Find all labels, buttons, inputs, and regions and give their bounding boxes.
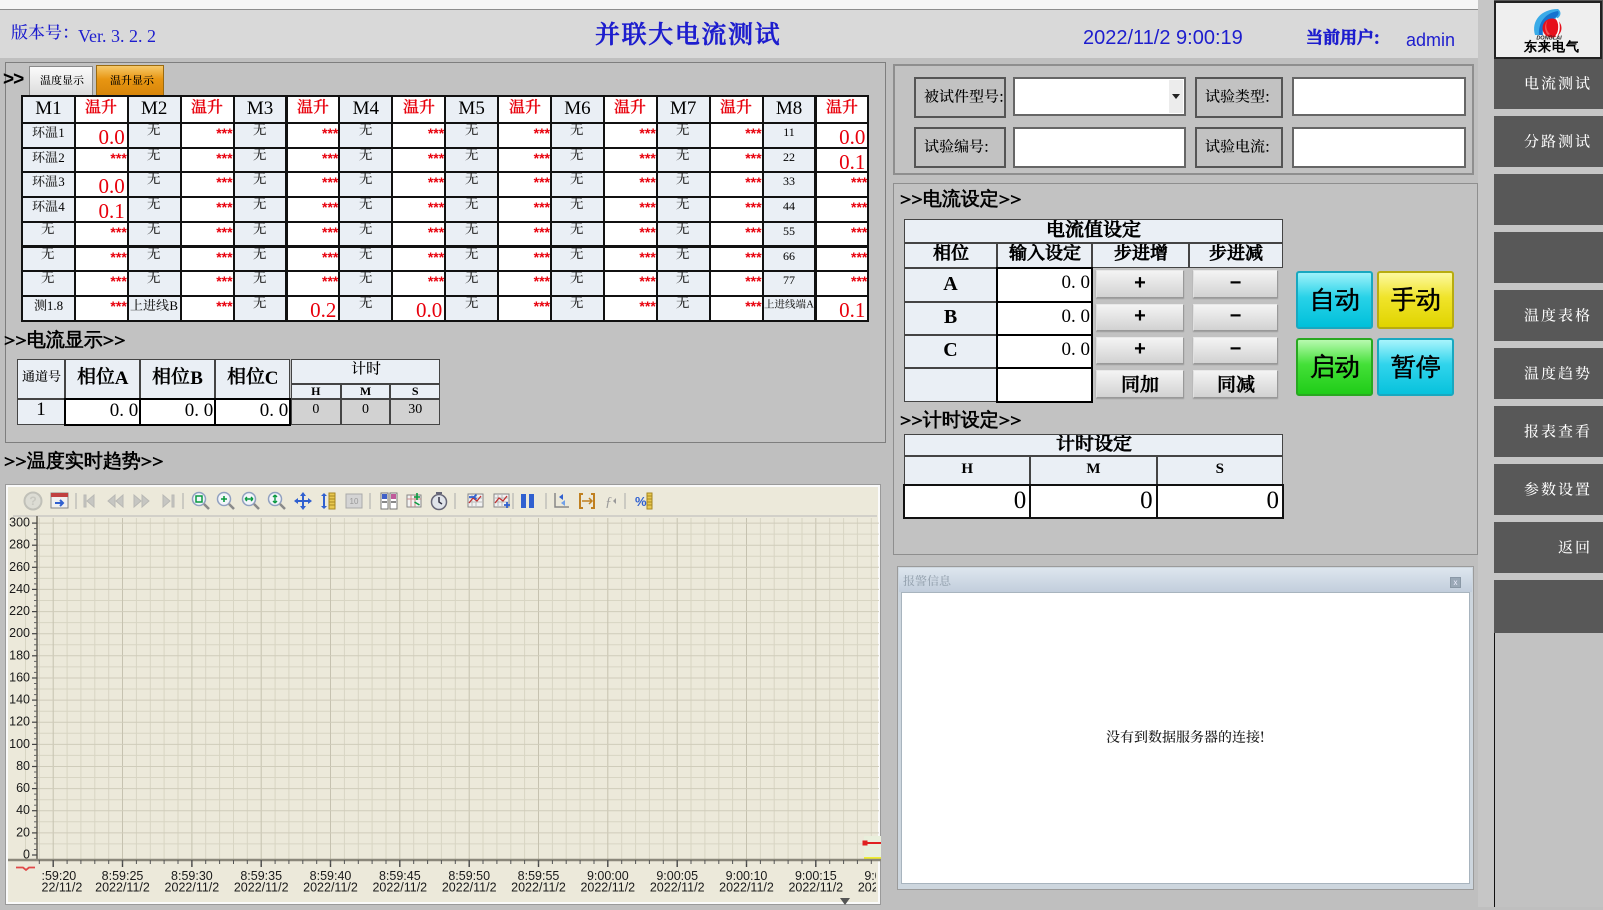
svg-text:160: 160: [9, 671, 30, 685]
svg-text:2022/11/2: 2022/11/2: [719, 881, 774, 895]
svg-text:60: 60: [16, 781, 30, 795]
svg-text:20: 20: [16, 825, 30, 839]
svg-text:2022/11/2: 2022/11/2: [650, 881, 705, 895]
svg-text:10: 10: [350, 497, 359, 506]
svg-text:260: 260: [9, 560, 30, 574]
svg-text:2022/11/2: 2022/11/2: [580, 881, 635, 895]
svg-text:2022/11/2: 2022/11/2: [165, 881, 220, 895]
svg-text:2022/11/2: 2022/11/2: [372, 881, 427, 895]
svg-text:280: 280: [9, 538, 30, 552]
svg-text:180: 180: [9, 648, 30, 662]
svg-text:22/11/2: 22/11/2: [42, 881, 83, 895]
svg-text:140: 140: [9, 693, 30, 707]
svg-text:40: 40: [16, 803, 30, 817]
svg-text:120: 120: [9, 715, 30, 729]
svg-text:2022/11/2: 2022/11/2: [234, 881, 289, 895]
svg-text:220: 220: [9, 604, 30, 618]
svg-text:300: 300: [9, 516, 30, 530]
svg-text:2022/11/2: 2022/11/2: [511, 881, 566, 895]
svg-text:240: 240: [9, 582, 30, 596]
svg-text:2022/11/2: 2022/11/2: [95, 881, 150, 895]
svg-text:0: 0: [23, 848, 30, 862]
svg-text:?: ?: [29, 494, 36, 508]
svg-text:100: 100: [9, 737, 30, 751]
svg-text:2022/11/2: 2022/11/2: [788, 881, 843, 895]
svg-text:200: 200: [9, 626, 30, 640]
svg-text:2022/11/2: 2022/11/2: [303, 881, 358, 895]
svg-text:ƒ: ƒ: [605, 495, 612, 510]
svg-text:2022/11/2: 2022/11/2: [858, 881, 881, 895]
svg-text:%: %: [635, 494, 647, 509]
svg-text:2022/11/2: 2022/11/2: [442, 881, 497, 895]
svg-text:80: 80: [16, 759, 30, 773]
